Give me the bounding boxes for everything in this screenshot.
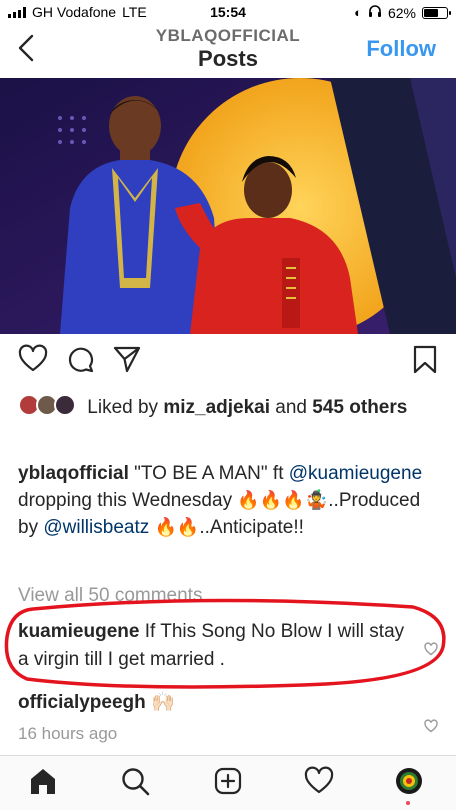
headphones-icon: [368, 4, 382, 21]
likes-others[interactable]: others: [349, 397, 407, 418]
likes-summary[interactable]: Liked by miz_adjekai and 545 others: [18, 394, 438, 422]
mention-link[interactable]: @kuamieugene: [289, 463, 422, 484]
comment-username[interactable]: kuamieugene: [18, 621, 139, 642]
new-post-icon[interactable]: [213, 766, 243, 796]
comment-item: kuamieugene If This Song No Blow I will …: [18, 618, 418, 674]
notification-dot: [406, 801, 410, 805]
fire-emoji: 🔥🔥: [154, 517, 200, 537]
liker-avatars: [18, 394, 78, 416]
caption-text: ..Anticipate!!: [199, 517, 304, 538]
post-timestamp: 16 hours ago: [18, 724, 118, 743]
likes-and: and: [275, 397, 307, 418]
clap-emoji: 🙌🏻: [151, 692, 175, 713]
juggler-emoji: 🤹: [304, 490, 329, 511]
battery-icon: [422, 6, 451, 19]
location-icon: ◐: [354, 5, 362, 20]
battery-percent: 62%: [387, 4, 416, 21]
caption-text: "TO BE A MAN" ft: [128, 463, 289, 484]
comment-like-icon[interactable]: [424, 719, 438, 733]
comment-username[interactable]: officialypeegh: [18, 692, 146, 713]
profile-avatar[interactable]: [394, 766, 424, 796]
search-icon[interactable]: [120, 766, 150, 796]
heart-icon[interactable]: [18, 344, 48, 374]
likes-count[interactable]: 545: [312, 397, 344, 418]
follow-button[interactable]: Follow: [366, 36, 436, 62]
activity-icon[interactable]: [304, 766, 334, 796]
likes-prefix: Liked by: [87, 397, 159, 418]
bookmark-icon[interactable]: [410, 344, 440, 374]
post-caption: yblaqofficial "TO BE A MAN" ft @kuamieug…: [18, 460, 438, 541]
mention-link[interactable]: @willisbeatz: [43, 517, 149, 538]
fire-emoji: 🔥🔥🔥: [237, 490, 305, 510]
view-all-comments[interactable]: View all 50 comments: [18, 585, 202, 607]
caption-text: dropping this Wednesday: [18, 490, 238, 511]
post-actions: [0, 344, 456, 384]
nav-header: YBLAQOFFICIAL Posts Follow: [0, 24, 456, 76]
avatar: [54, 394, 76, 416]
status-bar: GH Vodafone LTE 15:54 ◐ 62%: [0, 0, 456, 24]
comment-like-icon[interactable]: [424, 642, 438, 656]
post-image[interactable]: [0, 78, 456, 334]
share-icon[interactable]: [112, 344, 142, 374]
bottom-tab-bar: [0, 755, 456, 810]
comment-icon[interactable]: [65, 344, 95, 374]
caption-username[interactable]: yblaqofficial: [18, 463, 129, 484]
comment-item: officialypeegh 🙌🏻: [18, 690, 175, 714]
liker-username[interactable]: miz_adjekai: [163, 397, 270, 418]
home-icon[interactable]: [28, 766, 58, 796]
